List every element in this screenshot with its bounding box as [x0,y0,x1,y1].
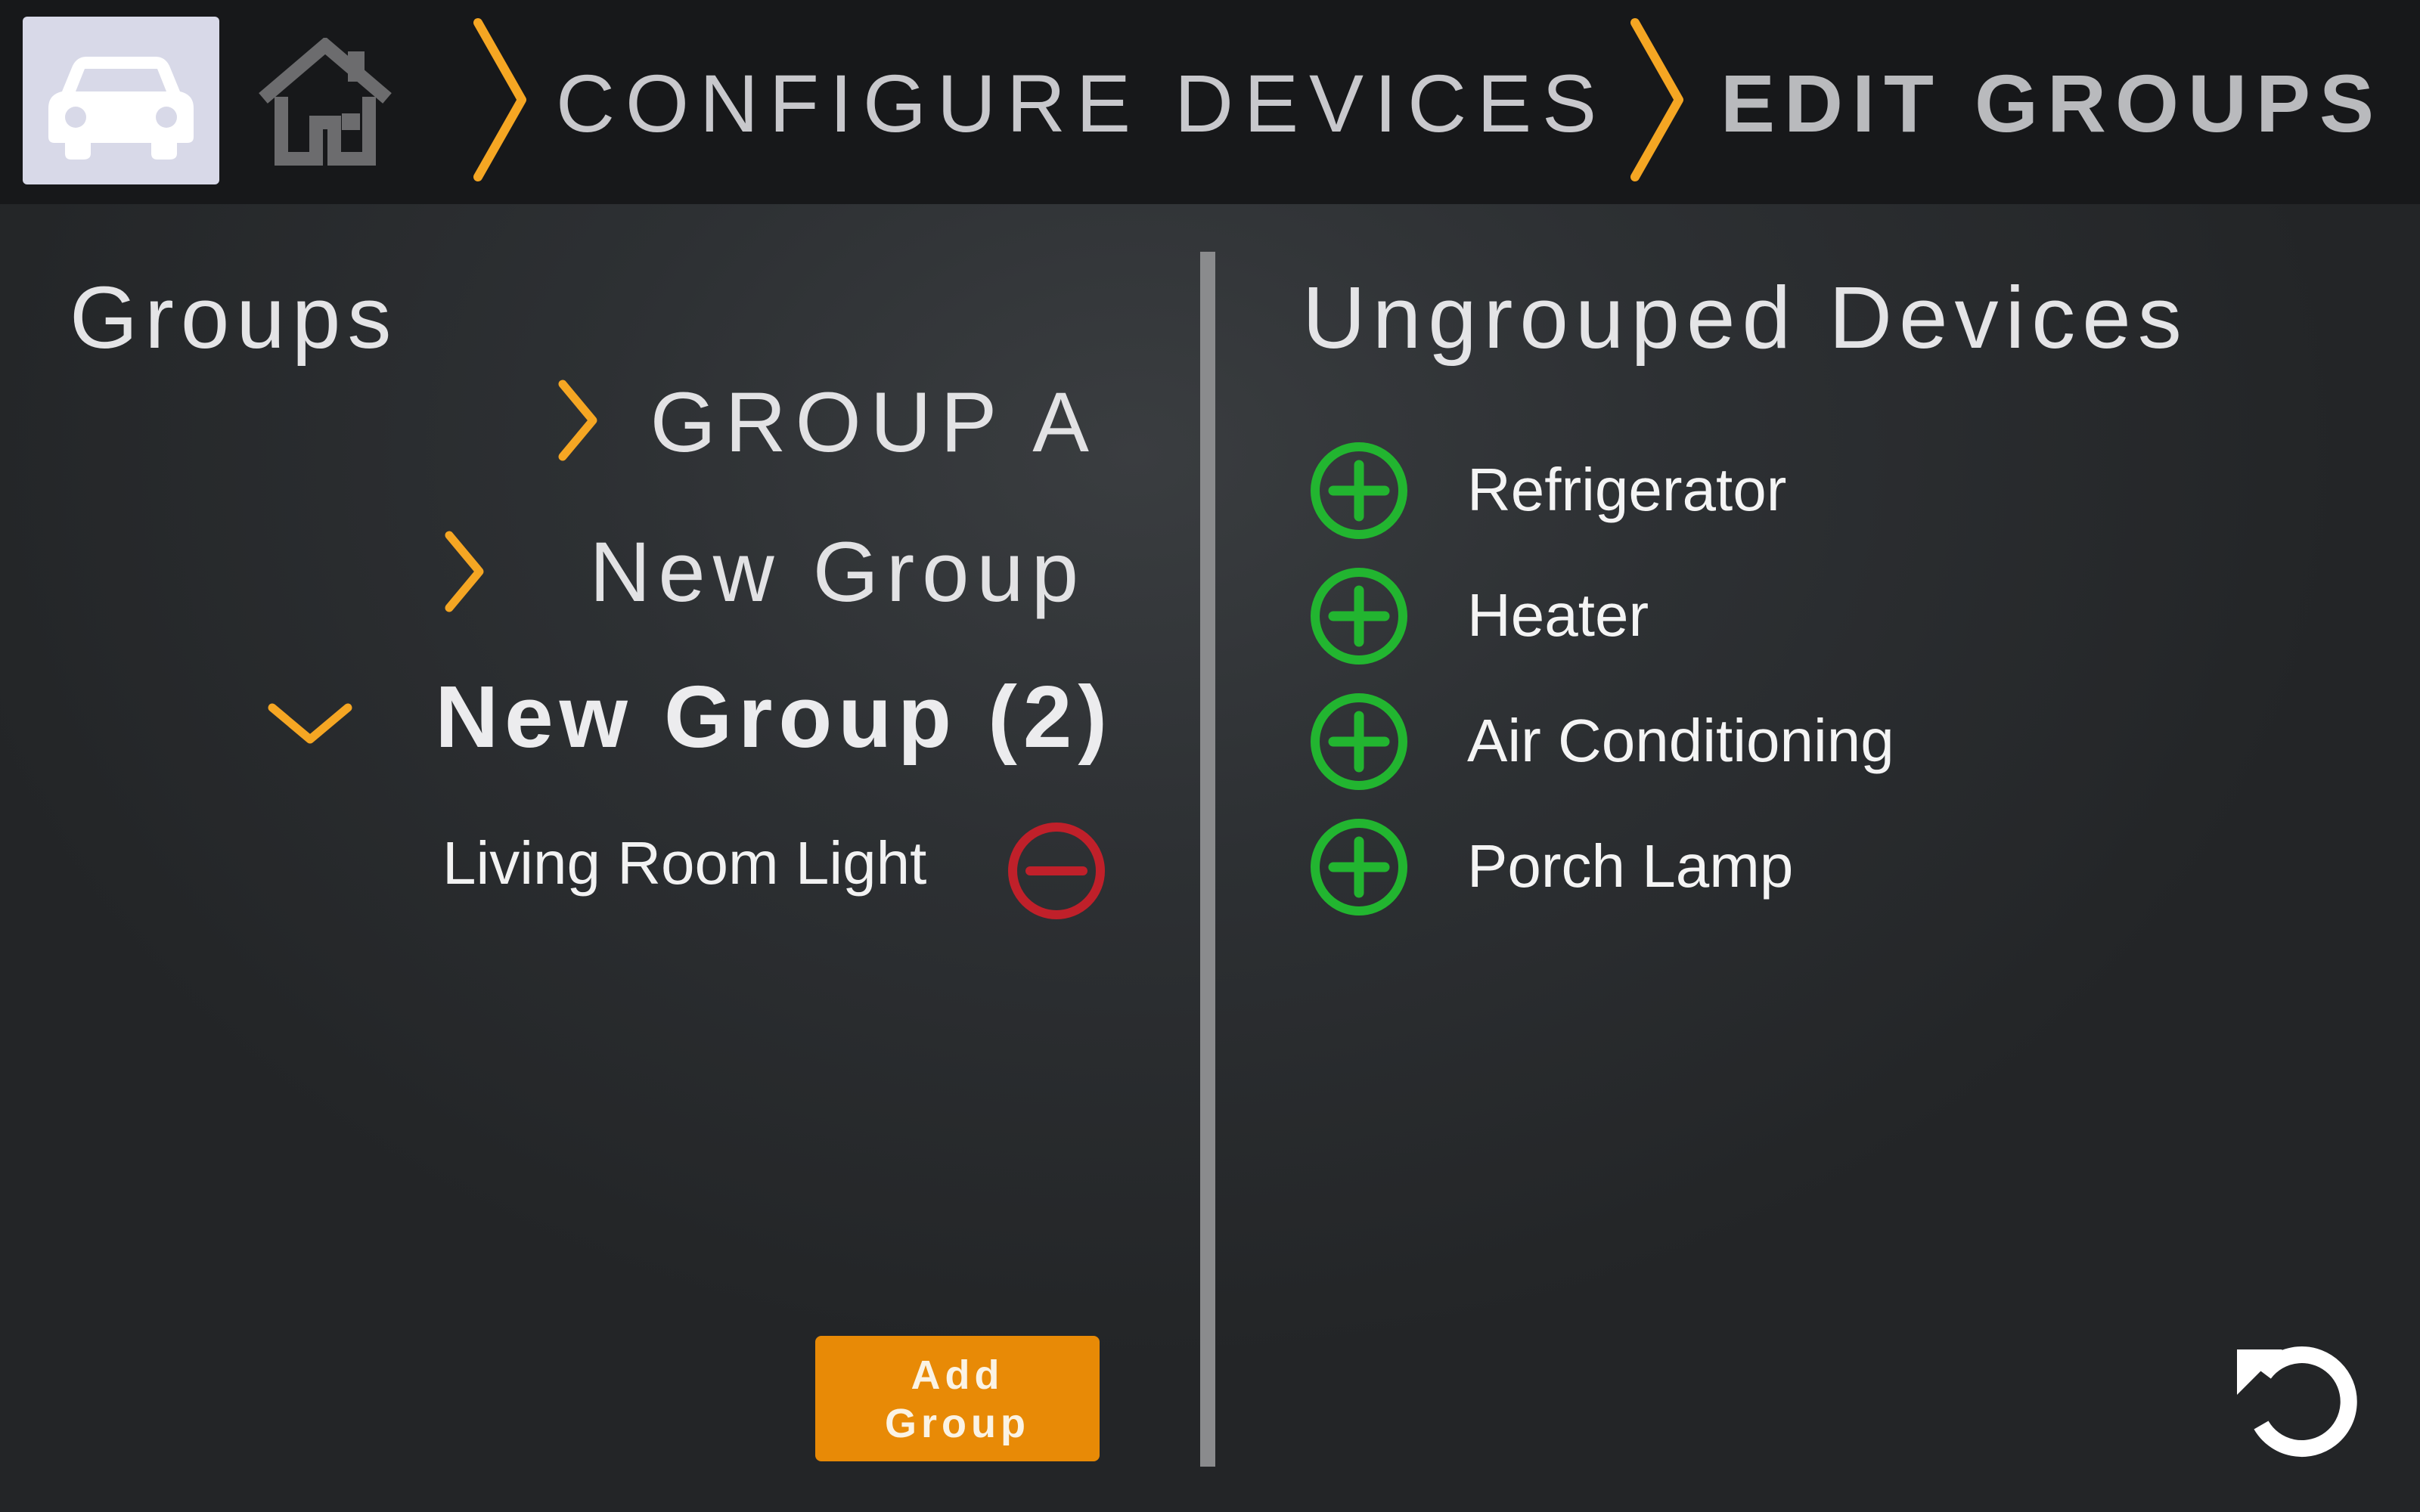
add-circle-icon[interactable] [1308,565,1410,667]
group-label: GROUP A [650,375,1098,469]
device-label: Heater [1467,581,1649,649]
panel-divider [1200,252,1215,1467]
device-label: Refrigerator [1467,456,1787,523]
group-row-new-group[interactable]: New Group [431,519,1086,632]
chevron-right-icon [473,18,526,181]
add-group-label-line1: Add [911,1352,1004,1398]
add-group-label-line2: Group [885,1401,1030,1446]
group-member-living-room-light: Living Room Light [442,829,927,897]
group-label: New Group (2) [435,668,1113,766]
device-row-porch-lamp: Porch Lamp [1308,816,2140,922]
group-row-group-a[interactable]: GROUP A [544,367,1098,481]
device-row-air-conditioning: Air Conditioning [1308,691,2140,797]
groups-panel-title: Groups [70,268,399,367]
add-circle-icon[interactable] [1308,816,1410,918]
edit-groups-screen: CONFIGURE DEVICES EDIT GROUPS Groups GRO… [0,0,2420,1512]
undo-icon[interactable] [2231,1334,2363,1467]
chevron-right-icon [558,380,597,461]
home-icon[interactable] [250,38,401,166]
device-label: Porch Lamp [1467,832,1794,900]
add-circle-icon[interactable] [1308,691,1410,792]
device-row-refrigerator: Refrigerator [1308,440,2140,546]
remove-circle-icon[interactable] [1006,820,1107,922]
add-group-button[interactable]: Add Group [815,1336,1100,1461]
group-label: New Group [589,525,1086,619]
car-mode-button[interactable] [23,17,219,184]
car-icon [48,57,194,160]
device-row-heater: Heater [1308,565,2140,671]
device-label: Air Conditioning [1467,707,1894,774]
chevron-down-icon [268,703,352,744]
ungrouped-panel-title: Ungrouped Devices [1302,268,2189,367]
top-bar: CONFIGURE DEVICES EDIT GROUPS [0,0,2420,204]
group-row-new-group-2[interactable]: New Group (2) [265,662,1113,776]
chevron-right-icon [1630,18,1683,181]
add-circle-icon[interactable] [1308,440,1410,541]
breadcrumb-configure-devices[interactable]: CONFIGURE DEVICES [556,54,1607,153]
breadcrumb-edit-groups: EDIT GROUPS [1720,57,2384,149]
chevron-right-icon [445,531,484,612]
